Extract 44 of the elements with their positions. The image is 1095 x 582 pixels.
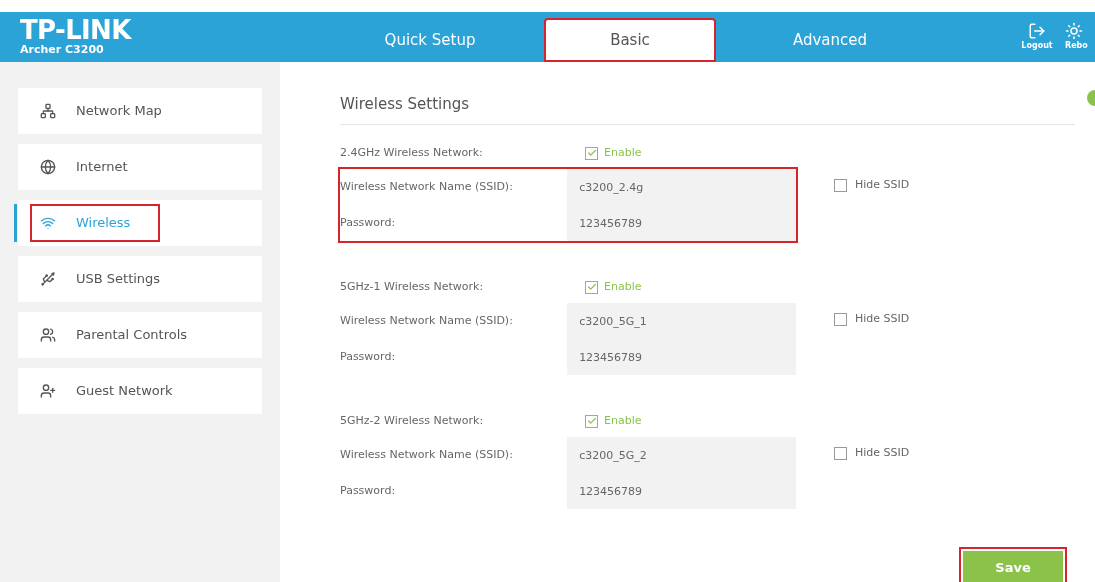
people-icon xyxy=(40,327,56,343)
brand-logo: TP-LINK xyxy=(20,17,131,44)
checkbox[interactable] xyxy=(585,414,598,428)
sidebar-item[interactable]: Wireless xyxy=(30,204,161,242)
field-label: Password: xyxy=(340,348,397,365)
band-label: 5GHz-1 Wireless Network: xyxy=(340,278,485,295)
nav-tab[interactable]: Basic xyxy=(544,18,716,62)
logout-button[interactable]: Logout xyxy=(1013,12,1061,62)
network-icon xyxy=(40,103,56,119)
logout-icon xyxy=(1028,22,1046,40)
checkbox[interactable] xyxy=(834,312,847,326)
reboot-button[interactable]: Rebo xyxy=(1065,12,1095,62)
password-field[interactable]: 123456789 xyxy=(567,339,796,375)
ssid-field[interactable]: c3200_5G_2 xyxy=(567,437,796,473)
model-name: Archer C3200 xyxy=(20,43,104,57)
hide-ssid-label: Hide SSID xyxy=(855,444,910,461)
section-title: Wireless Settings xyxy=(340,95,470,113)
password-field[interactable]: 123456789 xyxy=(567,205,796,241)
ssid-field[interactable]: c3200_5G_1 xyxy=(567,303,796,339)
nav-tab[interactable]: Quick Setup xyxy=(344,18,516,62)
enable-label: Enable xyxy=(604,144,642,161)
checkbox[interactable] xyxy=(585,280,598,294)
checkbox[interactable] xyxy=(585,146,598,160)
person-plus-icon xyxy=(40,383,56,399)
hide-ssid-label: Hide SSID xyxy=(855,176,910,193)
ssid-field[interactable]: c3200_2.4g xyxy=(567,169,796,205)
globe-icon xyxy=(40,159,56,175)
field-label: Password: xyxy=(340,482,397,499)
sun-icon xyxy=(1065,22,1083,40)
checkbox[interactable] xyxy=(834,446,847,460)
field-label: Wireless Network Name (SSID): xyxy=(340,446,514,463)
password-field[interactable]: 123456789 xyxy=(567,473,796,509)
hide-ssid-label: Hide SSID xyxy=(855,310,910,327)
checkbox[interactable] xyxy=(834,178,847,192)
band-label: 2.4GHz Wireless Network: xyxy=(340,144,484,161)
enable-label: Enable xyxy=(604,412,642,429)
field-label: Wireless Network Name (SSID): xyxy=(340,312,514,329)
field-label: Password: xyxy=(340,214,397,231)
band-label: 5GHz-2 Wireless Network: xyxy=(340,412,485,429)
wifi-icon xyxy=(40,215,56,231)
usb-icon xyxy=(40,271,56,287)
field-label: Wireless Network Name (SSID): xyxy=(340,178,514,195)
nav-tab[interactable]: Advanced xyxy=(744,18,916,62)
enable-label: Enable xyxy=(604,278,642,295)
